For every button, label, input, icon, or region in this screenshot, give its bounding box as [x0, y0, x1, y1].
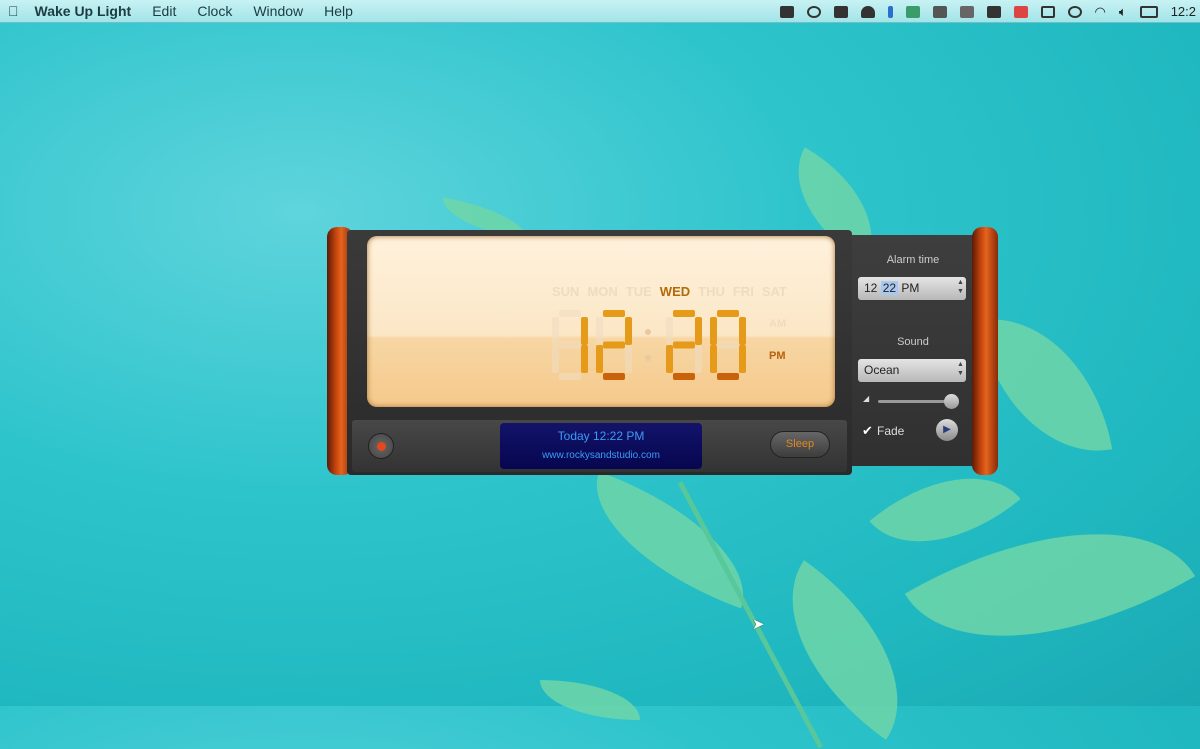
- website-link[interactable]: www.rockysandstudio.com: [500, 450, 702, 461]
- menu-clock[interactable]: Clock: [197, 3, 232, 19]
- screen-record-icon[interactable]: [779, 5, 794, 18]
- weekday-mon: MON: [587, 284, 618, 299]
- pm-indicator: PM: [769, 350, 786, 362]
- menu-app[interactable]: Wake Up Light: [35, 3, 132, 19]
- digit-segment: [603, 373, 625, 380]
- digit-segment: [695, 345, 702, 373]
- digit-segment: [717, 341, 739, 349]
- clock-display: SUN MON TUE WED THU FRI SAT AM PM: [367, 236, 835, 407]
- capture-icon[interactable]: [1040, 5, 1055, 18]
- menu-help[interactable]: Help: [324, 3, 353, 19]
- menubar-clock[interactable]: 12:2: [1171, 4, 1196, 19]
- alarm-hour[interactable]: 12: [864, 281, 877, 295]
- checkmark-icon[interactable]: ✔: [862, 424, 874, 437]
- menu-window[interactable]: Window: [253, 3, 303, 19]
- alarm-minute[interactable]: 22: [880, 281, 899, 295]
- digit-segment: [559, 373, 581, 380]
- alarm-period[interactable]: PM: [901, 281, 919, 295]
- chevron-updown-icon: ▲ ▼: [957, 361, 964, 377]
- alarm-time-field[interactable]: 12 22 PM ▲ ▼: [858, 277, 966, 300]
- digit-segment: [596, 317, 603, 345]
- digit-segment: [552, 317, 559, 345]
- digit-segment: [596, 345, 603, 373]
- time-digits: [552, 310, 746, 380]
- mouse-cursor-icon: ➤: [752, 616, 765, 633]
- am-indicator: AM: [769, 318, 787, 330]
- sleep-button[interactable]: Sleep: [770, 431, 830, 458]
- display-icon[interactable]: [833, 5, 848, 18]
- headphones-icon[interactable]: [860, 5, 875, 18]
- digit-segment: [625, 345, 632, 373]
- digit-segment: [581, 345, 588, 373]
- digit-segment: [695, 317, 702, 345]
- digit-segment: [717, 310, 739, 317]
- digit-segment: [739, 345, 746, 373]
- wake-up-light-window: SUN MON TUE WED THU FRI SAT AM PM Today 12:22 …: [327, 227, 999, 633]
- menu-bar:  Wake Up Light Edit Clock Window Help ◠…: [0, 0, 1200, 23]
- digit-segment: [673, 373, 695, 380]
- record-icon: [377, 442, 386, 451]
- digit-segment: [603, 310, 625, 317]
- fade-checkbox[interactable]: ✔ Fade: [862, 424, 904, 438]
- alarm-time-label: Alarm time: [886, 254, 940, 266]
- weekday-tue: TUE: [625, 284, 652, 299]
- volume-slider-knob[interactable]: [944, 394, 960, 409]
- weekday-row: SUN MON TUE WED THU FRI SAT: [552, 284, 787, 299]
- digit-segment: [739, 317, 746, 345]
- weekday-thu: THU: [698, 284, 725, 299]
- weekday-fri: FRI: [732, 284, 754, 299]
- play-sound-button[interactable]: ▶: [936, 419, 958, 441]
- alarm-settings-panel: Alarm time 12 22 PM ▲ ▼ Sound Ocean ▲ ▼ ◢ …: [852, 235, 974, 466]
- sound-value: Ocean: [864, 363, 900, 377]
- digit-segment: [666, 317, 673, 345]
- status-tray: ◠ 🔈︎ 12:2: [779, 0, 1200, 23]
- status-lcd: Today 12:22 PM www.rockysandstudio.com: [500, 423, 702, 469]
- time-stepper[interactable]: ▲ ▼: [956, 278, 965, 297]
- volume-low-icon: ◢: [863, 394, 870, 403]
- right-wood-panel[interactable]: [972, 227, 998, 475]
- chat-bubble-icon[interactable]: [806, 5, 821, 18]
- sync-icon[interactable]: [1067, 5, 1082, 18]
- digit-segment: [710, 317, 717, 345]
- pen-icon[interactable]: [887, 5, 893, 18]
- digit-segment: [552, 345, 559, 373]
- bottom-bar: Today 12:22 PM www.rockysandstudio.com ➤…: [352, 420, 847, 633]
- background-leaf: [540, 680, 640, 720]
- book-icon[interactable]: [986, 5, 1001, 18]
- digit-segment: [717, 373, 739, 380]
- volume-icon[interactable]: 🔈︎: [1119, 4, 1127, 20]
- digit-segment: [559, 310, 581, 317]
- digit-segment: [673, 341, 695, 349]
- alarm-toggle-button[interactable]: [368, 433, 394, 459]
- shield-icon[interactable]: [905, 5, 920, 18]
- digit-segment: [603, 341, 625, 349]
- weekday-wed: WED: [659, 284, 691, 299]
- wifi-icon[interactable]: ◠: [1095, 4, 1106, 20]
- digit-segment: [666, 345, 673, 373]
- digit-segment: [673, 310, 695, 317]
- menu-edit[interactable]: Edit: [152, 3, 176, 19]
- digit-segment: [625, 317, 632, 345]
- digit-segment: [559, 341, 581, 349]
- weekday-sat: SAT: [761, 284, 787, 299]
- weekday-sun: SUN: [552, 284, 580, 299]
- colon-dot: [645, 355, 651, 361]
- digit-segment: [710, 345, 717, 373]
- sound-label: Sound: [897, 336, 929, 348]
- paw-icon[interactable]: [932, 5, 947, 18]
- apple-icon[interactable]: : [8, 3, 19, 19]
- battery-icon[interactable]: [1139, 5, 1158, 18]
- alert-icon[interactable]: [1013, 5, 1028, 18]
- document-icon[interactable]: [959, 5, 974, 18]
- sound-select[interactable]: Ocean ▲ ▼: [858, 359, 966, 382]
- next-alarm-text: Today 12:22 PM: [557, 429, 645, 443]
- fade-label: Fade: [877, 424, 905, 438]
- clock-body: SUN MON TUE WED THU FRI SAT AM PM Today 12:22 …: [347, 230, 852, 633]
- colon-dot: [645, 329, 651, 335]
- digit-segment: [581, 317, 588, 345]
